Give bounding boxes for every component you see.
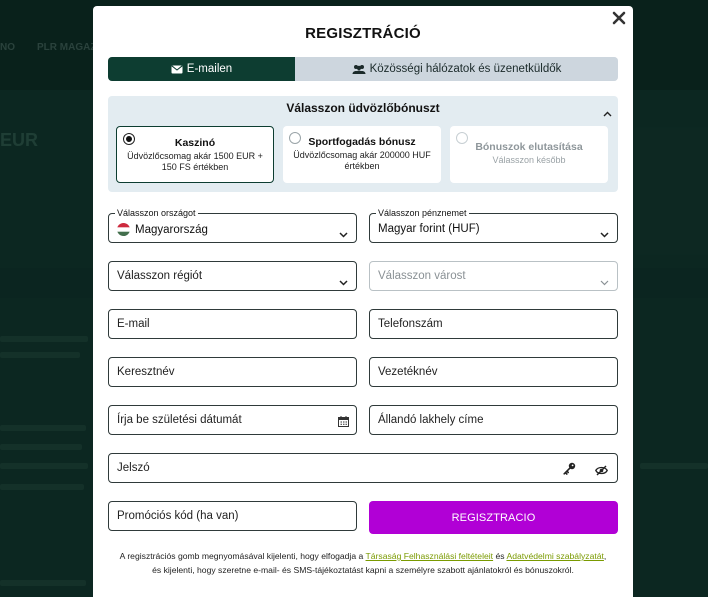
bonus-heading: Válasszon üdvözlőbónuszt xyxy=(286,101,440,115)
close-button[interactable] xyxy=(611,10,627,26)
chevron-down-icon xyxy=(339,225,348,243)
bonus-option-title: Sportfogadás bónusz xyxy=(308,136,416,148)
address-field[interactable]: Állandó lakhely címe xyxy=(369,405,618,435)
chevron-down-icon xyxy=(600,225,609,243)
city-select[interactable]: Válasszon várost xyxy=(369,261,618,291)
currency-select-label: Válasszon pénznemet xyxy=(376,208,469,218)
country-select-value: Magyarország xyxy=(135,223,208,236)
bonus-option-title: Bónuszok elutasítása xyxy=(475,141,583,153)
bonus-option-title: Kaszinó xyxy=(174,137,216,149)
phone-placeholder: Telefonszám xyxy=(378,318,443,330)
promo-code-placeholder: Promóciós kód (ha van) xyxy=(117,510,239,522)
radio-unselected[interactable] xyxy=(289,132,301,144)
region-select[interactable]: Válasszon régiót xyxy=(108,261,357,291)
hungary-flag-icon xyxy=(117,223,130,236)
tab-social[interactable]: Közösségi hálózatok és üzenetküldők xyxy=(295,57,618,81)
tab-social-label: Közösségi hálózatok és üzenetküldők xyxy=(369,63,562,75)
legal-text: , xyxy=(603,551,607,561)
bonus-option-subtitle: Válasszon később xyxy=(492,155,566,165)
birthdate-field[interactable]: Írja be születési dátumát xyxy=(108,405,357,435)
chevron-down-icon xyxy=(339,273,348,291)
tab-email[interactable]: E-mailen xyxy=(108,57,295,81)
radio-selected[interactable] xyxy=(123,133,135,145)
country-select-label: Válasszon országot xyxy=(115,208,198,218)
legal-notice: A regisztrációs gomb megnyomásával kijel… xyxy=(103,549,623,577)
registration-modal: REGISZTRÁCIÓ E-mailen Közösségi hálózato… xyxy=(93,6,633,597)
users-icon xyxy=(352,64,366,74)
bonus-option-subtitle: Üdvözlőcsomag akár 200000 HUF értékben xyxy=(293,150,431,171)
first-name-placeholder: Keresztnév xyxy=(117,366,175,378)
chevron-down-icon xyxy=(600,273,609,291)
last-name-field[interactable]: Vezetéknév xyxy=(369,357,618,387)
key-icon[interactable] xyxy=(563,462,576,480)
region-select-placeholder: Válasszon régiót xyxy=(117,270,203,282)
password-placeholder: Jelszó xyxy=(117,462,150,474)
phone-field[interactable]: Telefonszám xyxy=(369,309,618,339)
modal-title: REGISZTRÁCIÓ xyxy=(305,25,421,42)
tab-email-label: E-mailen xyxy=(186,63,233,75)
register-button[interactable]: REGISZTRACIO xyxy=(369,501,618,534)
legal-text: A regisztrációs gomb megnyomásával kijel… xyxy=(119,551,366,561)
envelope-icon xyxy=(171,64,183,74)
bonus-option-subtitle: Üdvözlőcsomag akár 1500 EUR + 150 FS ért… xyxy=(127,151,263,172)
bonus-option-sports[interactable]: Sportfogadás bónusz Üdvözlőcsomag akár 2… xyxy=(283,126,441,183)
legal-text-line2: és kijelenti, hogy szeretne e-mail- és S… xyxy=(152,565,574,575)
calendar-icon[interactable] xyxy=(338,414,349,432)
birthdate-placeholder: Írja be születési dátumát xyxy=(117,414,242,426)
radio-unselected[interactable] xyxy=(456,132,468,144)
promo-code-field[interactable]: Promóciós kód (ha van) xyxy=(108,501,357,531)
chevron-up-icon[interactable] xyxy=(603,104,612,122)
legal-text: és xyxy=(493,551,507,561)
country-select[interactable]: Válasszon országot Magyarország xyxy=(108,208,357,243)
eye-slash-icon[interactable] xyxy=(595,463,608,481)
last-name-placeholder: Vezetéknév xyxy=(378,366,438,378)
terms-link[interactable]: Társaság Felhasználási feltételeit xyxy=(366,551,494,561)
bonus-option-casino[interactable]: Kaszinó Üdvözlőcsomag akár 1500 EUR + 15… xyxy=(116,126,274,183)
welcome-bonus-section: Válasszon üdvözlőbónuszt Kaszinó Üdvözlő… xyxy=(108,96,618,192)
address-placeholder: Állandó lakhely címe xyxy=(378,414,484,426)
city-select-placeholder: Válasszon várost xyxy=(378,270,466,282)
email-placeholder: E-mail xyxy=(117,318,150,330)
first-name-field[interactable]: Keresztnév xyxy=(108,357,357,387)
registration-method-tabs: E-mailen Közösségi hálózatok és üzenetkü… xyxy=(108,57,618,81)
close-icon xyxy=(611,10,627,26)
password-field[interactable]: Jelszó xyxy=(108,453,618,483)
bonus-option-decline[interactable]: Bónuszok elutasítása Válasszon később xyxy=(450,126,608,183)
currency-select[interactable]: Válasszon pénznemet Magyar forint (HUF) xyxy=(369,208,618,243)
email-field[interactable]: E-mail xyxy=(108,309,357,339)
currency-select-value: Magyar forint (HUF) xyxy=(378,223,480,235)
privacy-link[interactable]: Adatvédelmi szabályzatát xyxy=(506,551,603,561)
